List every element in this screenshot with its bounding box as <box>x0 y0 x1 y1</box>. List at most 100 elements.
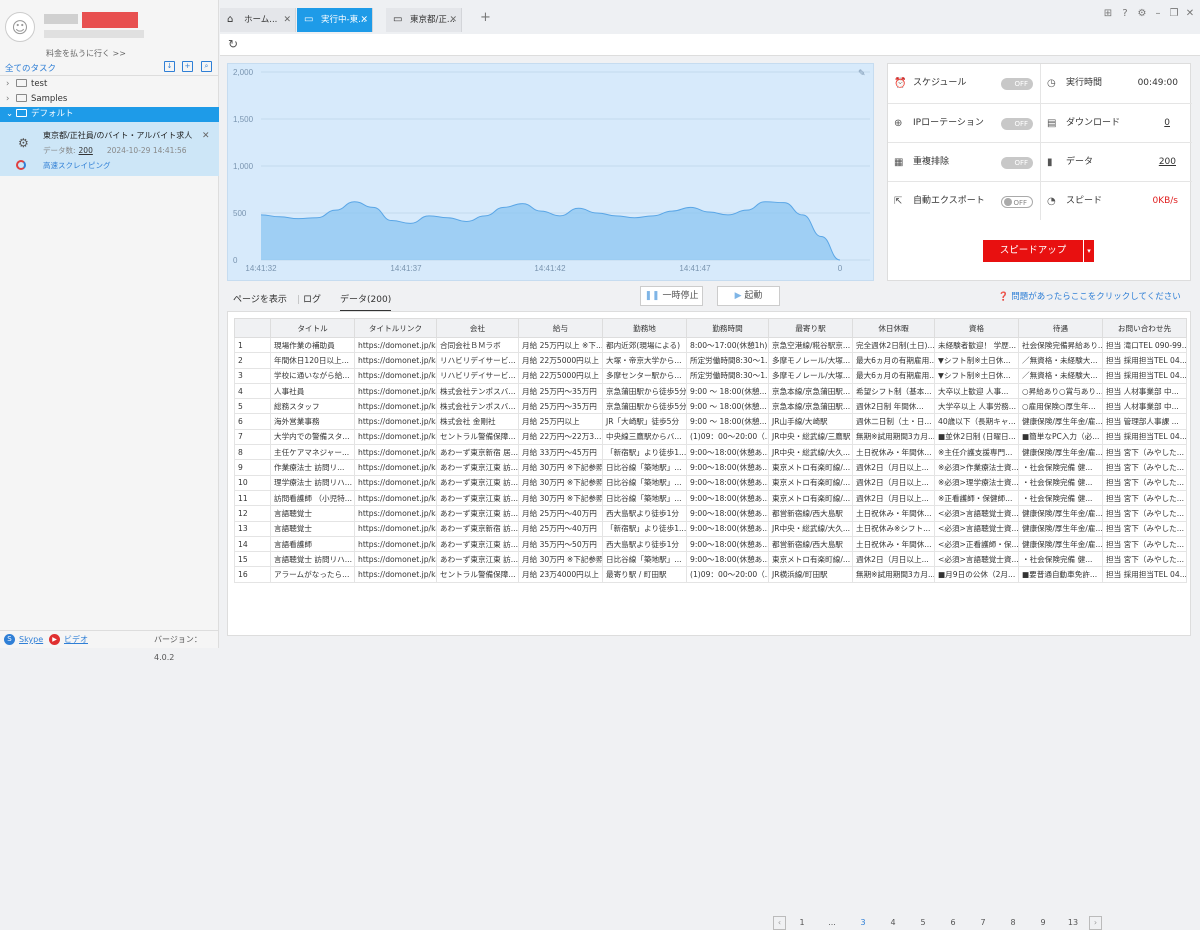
column-header[interactable]: 休日休暇 <box>852 318 935 338</box>
tree-item-test[interactable]: › test <box>0 77 219 92</box>
table-row[interactable]: 2年間休日120日以上...https://domonet.jp/ka...リハ… <box>234 352 1187 369</box>
column-header[interactable]: タイトルリンク <box>354 318 437 338</box>
speed-up-dropdown[interactable]: ▾ <box>1084 240 1094 262</box>
table-cell: 週休2日（月日以上... <box>852 551 935 568</box>
table-row[interactable]: 11訪問看護師 （小児特...https://domonet.jp/ka...あ… <box>234 489 1187 507</box>
x-tick-label: 0 <box>838 264 843 273</box>
table-row[interactable]: 4人事社員https://domonet.jp/ka...株式会社テンポスバ..… <box>234 382 1187 400</box>
search-task-icon[interactable]: ⌕ <box>201 61 212 72</box>
table-row[interactable]: 7大学内での警備スタ...https://domonet.jp/ka...セント… <box>234 428 1187 446</box>
column-header[interactable]: 待遇 <box>1018 318 1103 338</box>
stat-auto-export: ⇱ 自動エクスポート OFF <box>888 181 1040 220</box>
table-row[interactable]: 6海外営業事務https://domonet.jp/ka...株式会社 金剛社月… <box>234 413 1187 430</box>
page-number[interactable]: ... <box>825 916 839 930</box>
all-tasks-label[interactable]: 全てのタスク <box>5 62 56 74</box>
ip-rotation-toggle[interactable]: OFF <box>1001 118 1033 130</box>
table-row[interactable]: 5総務スタッフhttps://domonet.jp/ka...株式会社テンポスバ… <box>234 398 1187 415</box>
column-header[interactable] <box>234 318 271 338</box>
column-header[interactable]: 最寄り駅 <box>768 318 853 338</box>
table-row[interactable]: 12言語聴覚士https://domonet.jp/ka...あわーず東京江東 … <box>234 505 1187 522</box>
settings-icon[interactable]: ⚙ <box>1136 8 1148 20</box>
add-tab-icon[interactable]: + <box>480 10 491 25</box>
avatar[interactable]: ☺ <box>5 12 35 42</box>
skype-icon[interactable]: S <box>4 634 15 645</box>
column-header[interactable]: お問い合わせ先 <box>1102 318 1187 338</box>
column-header[interactable]: 勤務地 <box>602 318 687 338</box>
auto-export-toggle[interactable]: OFF <box>1001 196 1033 208</box>
table-cell: 都内近郊(現場による) <box>602 336 687 354</box>
tree-label: Samples <box>31 94 68 104</box>
next-page-button[interactable]: › <box>1089 916 1102 930</box>
tree-item-default[interactable]: ⌄ デフォルト <box>0 107 219 122</box>
help-link[interactable]: ❓ 問題があったらここをクリックしてください <box>998 290 1181 302</box>
dedupe-toggle[interactable]: OFF <box>1001 157 1033 169</box>
edit-icon[interactable]: ✎ <box>858 69 866 79</box>
column-header[interactable]: 勤務時間 <box>686 318 769 338</box>
table-row[interactable]: 15言語聴覚士 訪問リハ...https://domonet.jp/ka...あ… <box>234 551 1187 568</box>
tab-home[interactable]: ⌂ ホーム... ✕ <box>220 8 296 32</box>
table-row[interactable]: 1現場作業の補助員https://domonet.jp/ka...合同会社ＢＭラ… <box>234 336 1187 354</box>
tab-data[interactable]: データ(200) <box>340 290 392 312</box>
new-task-icon[interactable]: + <box>182 61 193 72</box>
export-icon: ⇱ <box>894 196 903 207</box>
page-number[interactable]: 6 <box>946 916 960 930</box>
column-header[interactable]: 給与 <box>518 318 603 338</box>
table-cell: 土日祝休み・年間休... <box>852 535 935 553</box>
minimize-icon[interactable]: – <box>1152 8 1164 20</box>
data-value[interactable]: 200 <box>1159 143 1176 182</box>
page-number[interactable]: 8 <box>1006 916 1020 930</box>
close-icon[interactable]: ✕ <box>202 131 210 141</box>
tree-item-samples[interactable]: › Samples <box>0 92 219 107</box>
table-cell: ■並休2日制 (日曜日... <box>934 428 1019 446</box>
table-row[interactable]: 16アラームがなったら...https://domonet.jp/ka...セン… <box>234 566 1187 583</box>
column-header[interactable]: タイトル <box>270 318 355 338</box>
column-header[interactable]: 資格 <box>934 318 1019 338</box>
table-cell: 月給 22万円～22万3... <box>518 428 603 446</box>
table-cell: 40歳以下（長期キャ... <box>934 413 1019 430</box>
schedule-toggle[interactable]: OFF <box>1001 78 1033 90</box>
start-button[interactable]: ▶ 起動 <box>717 286 780 306</box>
data-count[interactable]: 200 <box>79 146 93 155</box>
page-number[interactable]: 1 <box>795 916 809 930</box>
gift-icon[interactable]: ⊞ <box>1102 8 1114 20</box>
table-row[interactable]: 3学校に通いながら給...https://domonet.jp/ka...リハビ… <box>234 367 1187 384</box>
tab-page-view[interactable]: ページを表示 <box>233 290 287 310</box>
video-link[interactable]: ビデオ <box>64 631 88 649</box>
table-row[interactable]: 10理学療法士 訪問リハ...https://domonet.jp/ka...あ… <box>234 474 1187 491</box>
close-icon[interactable]: ✕ <box>449 8 457 32</box>
task-card[interactable]: ⚙ 東京都/正社員/のバイト・アルバイト求人... ✕ データ数: 200 2024… <box>0 122 219 176</box>
table-cell: 週休2日制 年間休... <box>852 398 935 415</box>
import-icon[interactable]: ↓ <box>164 61 175 72</box>
chevron-right-icon: › <box>6 79 10 89</box>
table-cell: あわーず東京江東 訪... <box>436 474 519 491</box>
refresh-icon[interactable]: ↻ <box>228 37 238 51</box>
page-number[interactable]: 7 <box>976 916 990 930</box>
download-value[interactable]: 0 <box>1164 104 1170 143</box>
table-row[interactable]: 14言語看護師https://domonet.jp/ka...あわーず東京江東 … <box>234 535 1187 553</box>
skype-link[interactable]: Skype <box>19 631 43 649</box>
help-icon[interactable]: ? <box>1119 8 1131 20</box>
pay-link[interactable]: 料金を払うに行く >> <box>0 48 172 59</box>
tab-log[interactable]: ログ <box>303 290 321 310</box>
table-row[interactable]: 9作業療法士 訪問リ...https://domonet.jp/ka...あわー… <box>234 459 1187 476</box>
table-row[interactable]: 13言語聴覚士https://domonet.jp/ka...あわーず東京新宿 … <box>234 520 1187 537</box>
close-window-icon[interactable]: ✕ <box>1184 8 1196 20</box>
table-cell: 5 <box>234 398 271 415</box>
pause-button[interactable]: ❚❚ 一時停止 <box>640 286 703 306</box>
page-number[interactable]: 4 <box>886 916 900 930</box>
maximize-icon[interactable]: ❐ <box>1168 8 1180 20</box>
table-cell: ▼シフト制※土日休... <box>934 367 1019 384</box>
page-number[interactable]: 13 <box>1066 916 1080 930</box>
page-number[interactable]: 3 <box>856 916 870 930</box>
page-number[interactable]: 9 <box>1036 916 1050 930</box>
table-row[interactable]: 8主任ケアマネジャー...https://domonet.jp/ka...あわー… <box>234 444 1187 461</box>
page-number[interactable]: 5 <box>916 916 930 930</box>
speed-up-button[interactable]: スピードアップ <box>983 240 1083 262</box>
tab-task[interactable]: ▭ 東京都/正... ✕ <box>386 8 462 32</box>
youtube-icon[interactable]: ▶ <box>49 634 60 645</box>
close-icon[interactable]: ✕ <box>283 8 291 32</box>
tab-running[interactable]: ▭ 実行中-東... ✕ <box>297 8 373 32</box>
column-header[interactable]: 会社 <box>436 318 519 338</box>
prev-page-button[interactable]: ‹ <box>773 916 786 930</box>
close-icon[interactable]: ✕ <box>360 8 368 32</box>
